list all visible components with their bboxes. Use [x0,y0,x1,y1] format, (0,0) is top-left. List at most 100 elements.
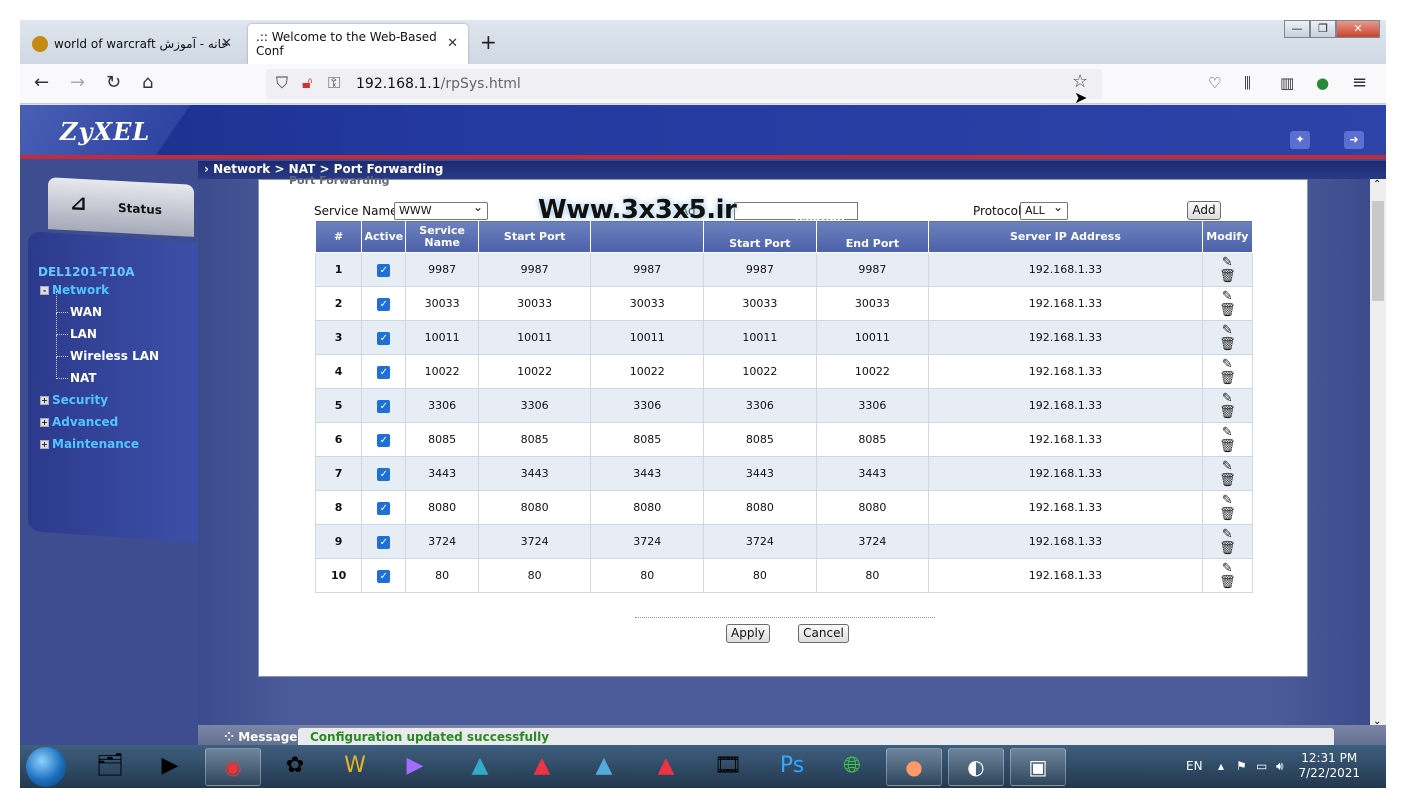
scrollbar-thumb[interactable] [1372,201,1384,301]
sidebar-toggle-icon[interactable]: ▥ [1280,72,1294,94]
sidebar-item-network[interactable]: - Network [40,283,109,297]
new-tab-button[interactable]: + [480,30,497,54]
app-purple-icon[interactable]: ▶ [395,748,435,786]
tab-world-of-warcraft[interactable]: world of warcraft خانه - آموزش ✕ [24,24,242,64]
edit-icon[interactable]: ✎ [1203,255,1252,270]
checkbox-checked-icon[interactable]: ✓ [377,331,391,345]
delete-icon[interactable]: 🗑︎ [1203,575,1252,590]
file-explorer-icon[interactable]: 🗂︎ [90,748,130,786]
protocol-select[interactable]: ALL [1020,200,1068,220]
minimize-button[interactable]: — [1284,20,1310,38]
logout-icon[interactable]: ➜ [1344,131,1364,149]
checkbox-checked-icon[interactable]: ✓ [377,569,391,583]
add-button[interactable]: Add [1187,201,1221,220]
library-icon[interactable]: ⫼ [1244,72,1251,94]
close-tab-icon[interactable]: ✕ [221,36,232,51]
edit-icon[interactable]: ✎ [1203,561,1252,576]
photoshop-icon[interactable]: Ps [772,748,812,786]
warcraft-icon[interactable]: W [335,748,375,786]
status-tab[interactable]: ⊿ Status [48,177,194,237]
url-text[interactable]: 192.168.1.1/rpSys.html [356,76,521,92]
close-tab-icon[interactable]: ✕ [447,36,458,51]
menu-hamburger-icon[interactable]: ≡ [1352,72,1367,94]
app-globe-icon[interactable]: ◐ [948,748,1004,786]
sidebar-item-wan[interactable]: WAN [56,291,102,319]
delete-icon[interactable]: 🗑︎ [1203,337,1252,352]
sidebar-item-security[interactable]: + Security [40,393,108,407]
tray-expand-icon[interactable]: ▴ [1218,759,1224,773]
address-bar[interactable]: ⛉ 🔓︎ ⚿ 192.168.1.1/rpSys.html ☆ [266,69,1102,99]
edit-icon[interactable]: ✎ [1203,493,1252,508]
delete-icon[interactable]: 🗑︎ [1203,371,1252,386]
collapse-icon[interactable]: - [40,286,49,295]
edit-icon[interactable]: ✎ [1203,425,1252,440]
app-red-a-icon[interactable]: ▲ [522,748,562,786]
delete-icon[interactable]: 🗑︎ [1203,405,1252,420]
sidebar-item-nat[interactable]: NAT [56,357,97,385]
edit-icon[interactable]: ✎ [1203,527,1252,542]
edit-icon[interactable]: ✎ [1203,459,1252,474]
forward-arrow-icon[interactable]: → [70,72,85,94]
tab-router-config[interactable]: .:: Welcome to the Web-Based Conf ✕ [248,24,468,64]
volume-icon[interactable]: 🔊︎ [1276,759,1284,774]
delete-icon[interactable]: 🗑︎ [1203,541,1252,556]
checkbox-checked-icon[interactable]: ✓ [377,297,391,311]
clock[interactable]: 12:31 PM 7/22/2021 [1298,751,1360,781]
firefox-taskbar-icon[interactable]: ● [886,748,942,786]
vertical-scrollbar[interactable]: ⌃ ⌄ [1370,179,1386,727]
app-red-icon[interactable]: ◉ [205,748,261,786]
sidebar-item-maintenance[interactable]: + Maintenance [40,437,139,451]
permissions-key-icon[interactable]: ⚿ [328,73,340,93]
app-paint-icon[interactable]: ✿ [275,748,315,786]
expand-icon[interactable]: + [40,440,49,449]
cancel-button[interactable]: Cancel [798,624,849,643]
edit-icon[interactable]: ✎ [1203,391,1252,406]
shield-icon[interactable]: ⛉ [276,73,288,93]
edit-icon[interactable]: ✎ [1203,357,1252,372]
translation-start-port-cell: 8080 [703,490,817,525]
checkbox-checked-icon[interactable]: ✓ [377,365,391,379]
edit-icon[interactable]: ✎ [1203,323,1252,338]
checkbox-checked-icon[interactable]: ✓ [377,399,391,413]
service-name-select[interactable]: WWW [394,200,488,220]
message-label: ⁘ Message [224,730,298,744]
home-icon[interactable]: ⌂ [142,72,153,94]
reload-icon[interactable]: ↻ [106,72,121,94]
delete-icon[interactable]: 🗑︎ [1203,303,1252,318]
checkbox-checked-icon[interactable]: ✓ [377,433,391,447]
checkbox-checked-icon[interactable]: ✓ [377,263,391,277]
network-icon[interactable]: ▭ [1256,759,1267,773]
maximize-button[interactable]: ❐ [1310,20,1336,38]
sidebar-item-wireless-lan[interactable]: Wireless LAN [56,335,159,363]
expand-icon[interactable]: + [40,418,49,427]
app-blue-a-icon[interactable]: ▲ [584,748,624,786]
language-indicator[interactable]: EN [1186,759,1203,773]
pocket-icon[interactable]: ♡ [1208,72,1221,94]
checkbox-checked-icon[interactable]: ✓ [377,467,391,481]
edit-icon[interactable]: ✎ [1203,289,1252,304]
extension-icon[interactable]: ● [1316,72,1329,94]
back-arrow-icon[interactable]: ← [34,72,49,94]
app-red-a2-icon[interactable]: ▲ [646,748,686,786]
sidebar-item-advanced[interactable]: + Advanced [40,415,118,429]
sidebar-item-lan[interactable]: LAN [56,313,97,341]
flag-icon[interactable]: ⚑ [1236,759,1247,773]
download-manager-icon[interactable]: 🌐︎ [832,748,872,786]
delete-icon[interactable]: 🗑︎ [1203,473,1252,488]
checkbox-checked-icon[interactable]: ✓ [377,535,391,549]
insecure-lock-icon[interactable]: 🔓︎ [302,73,312,93]
scroll-up-icon[interactable]: ⌃ [1373,179,1381,190]
media-player-icon[interactable]: ▶ [150,748,190,786]
close-window-button[interactable]: ✕ [1336,20,1380,38]
apply-button[interactable]: Apply [726,624,770,643]
app-window-icon[interactable]: ▣ [1010,748,1066,786]
delete-icon[interactable]: 🗑︎ [1203,439,1252,454]
expand-icon[interactable]: + [40,396,49,405]
start-button[interactable] [26,747,66,787]
delete-icon[interactable]: 🗑︎ [1203,507,1252,522]
delete-icon[interactable]: 🗑︎ [1203,269,1252,284]
checkbox-checked-icon[interactable]: ✓ [377,501,391,515]
app-teal-a-icon[interactable]: ▲ [460,748,500,786]
video-editor-icon[interactable]: 🎞︎ [708,748,748,786]
wizard-icon[interactable]: ✦ [1290,131,1310,149]
